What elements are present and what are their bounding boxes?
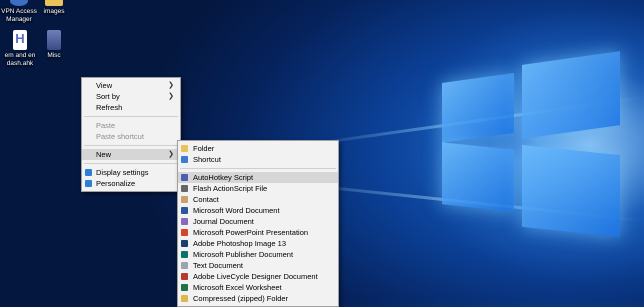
- livecycle-icon: [181, 273, 188, 280]
- vpn-icon: [10, 0, 28, 6]
- desktop-context-menu: View ❯ Sort by ❯ Refresh Paste Paste sho…: [81, 77, 181, 192]
- menu-item-label: Text Document: [193, 261, 244, 270]
- menu-item-label: Microsoft PowerPoint Presentation: [193, 228, 309, 237]
- desktop-icon-label: Misc: [47, 52, 61, 59]
- menu-item-label: Contact: [193, 195, 219, 204]
- menu-separator: [84, 116, 178, 117]
- menu-item-label: New: [96, 150, 112, 159]
- submenu-item-powerpoint-presentation[interactable]: Microsoft PowerPoint Presentation: [178, 227, 338, 238]
- excel-icon: [181, 284, 188, 291]
- submenu-item-excel-worksheet[interactable]: Microsoft Excel Worksheet: [178, 282, 338, 293]
- menu-item-label: Personalize: [96, 179, 136, 188]
- new-submenu: Folder Shortcut AutoHotkey Script Flash …: [177, 140, 339, 307]
- submenu-item-compressed-folder[interactable]: Compressed (zipped) Folder: [178, 293, 338, 304]
- menu-item-label: Journal Document: [193, 217, 254, 226]
- submenu-item-photoshop-image[interactable]: Adobe Photoshop Image 13: [178, 238, 338, 249]
- shortcut-icon: [181, 156, 188, 163]
- word-icon: [181, 207, 188, 214]
- chevron-right-icon: ❯: [168, 93, 174, 100]
- contact-icon: [181, 196, 188, 203]
- menu-item-new[interactable]: New ❯: [82, 149, 180, 160]
- menu-item-label: Microsoft Excel Worksheet: [193, 283, 282, 292]
- menu-item-label: Adobe LiveCycle Designer Document: [193, 272, 318, 281]
- personalize-icon: [85, 180, 92, 187]
- menu-item-label: Display settings: [96, 168, 149, 177]
- desktop-icon-misc[interactable]: Misc: [32, 30, 76, 60]
- menu-item-label: AutoHotkey Script: [193, 173, 254, 182]
- submenu-item-publisher-document[interactable]: Microsoft Publisher Document: [178, 249, 338, 260]
- flash-icon: [181, 185, 188, 192]
- menu-item-paste-shortcut[interactable]: Paste shortcut: [82, 131, 180, 142]
- desktop-icon-label: images: [43, 8, 65, 15]
- display-icon: [85, 169, 92, 176]
- menu-item-label: View: [96, 81, 113, 90]
- folder-icon: [181, 145, 188, 152]
- menu-item-label: Folder: [193, 144, 215, 153]
- menu-item-label: Microsoft Publisher Document: [193, 250, 294, 259]
- menu-separator: [84, 145, 178, 146]
- logo-pane-top-left: [442, 72, 514, 144]
- submenu-item-contact[interactable]: Contact: [178, 194, 338, 205]
- menu-item-label: Microsoft Word Document: [193, 206, 280, 215]
- logo-pane-bottom-right: [522, 144, 620, 238]
- archive-icon: [47, 30, 61, 50]
- photoshop-icon: [181, 240, 188, 247]
- publisher-icon: [181, 251, 188, 258]
- zip-folder-icon: [181, 295, 188, 302]
- submenu-item-journal-document[interactable]: Journal Document: [178, 216, 338, 227]
- menu-item-sort-by[interactable]: Sort by ❯: [82, 91, 180, 102]
- logo-pane-top-right: [522, 51, 620, 139]
- logo-pane-bottom-left: [442, 142, 514, 212]
- menu-item-label: Paste shortcut: [96, 132, 144, 141]
- menu-separator: [84, 163, 178, 164]
- menu-item-label: Refresh: [96, 103, 123, 112]
- submenu-item-livecycle-document[interactable]: Adobe LiveCycle Designer Document: [178, 271, 338, 282]
- menu-item-label: Shortcut: [193, 155, 221, 164]
- autohotkey-icon: H: [13, 30, 27, 50]
- menu-item-label: Flash ActionScript File: [193, 184, 268, 193]
- folder-icon: [45, 0, 63, 6]
- text-document-icon: [181, 262, 188, 269]
- submenu-item-folder[interactable]: Folder: [178, 143, 338, 154]
- desktop-icon-images[interactable]: images: [32, 0, 76, 16]
- menu-item-label: Sort by: [96, 92, 120, 101]
- submenu-item-text-document[interactable]: Text Document: [178, 260, 338, 271]
- menu-item-label: Adobe Photoshop Image 13: [193, 239, 286, 248]
- menu-item-view[interactable]: View ❯: [82, 80, 180, 91]
- autohotkey-icon: [181, 174, 188, 181]
- powerpoint-icon: [181, 229, 188, 236]
- menu-item-label: Paste: [96, 121, 116, 130]
- menu-separator: [180, 168, 336, 169]
- menu-item-paste[interactable]: Paste: [82, 120, 180, 131]
- menu-item-refresh[interactable]: Refresh: [82, 102, 180, 113]
- submenu-item-word-document[interactable]: Microsoft Word Document: [178, 205, 338, 216]
- chevron-right-icon: ❯: [168, 151, 174, 158]
- submenu-item-shortcut[interactable]: Shortcut: [178, 154, 338, 165]
- menu-item-display-settings[interactable]: Display settings: [82, 167, 180, 178]
- menu-item-label: Compressed (zipped) Folder: [193, 294, 289, 303]
- journal-icon: [181, 218, 188, 225]
- chevron-right-icon: ❯: [168, 82, 174, 89]
- submenu-item-autohotkey-script[interactable]: AutoHotkey Script: [178, 172, 338, 183]
- submenu-item-flash-actionscript-file[interactable]: Flash ActionScript File: [178, 183, 338, 194]
- menu-item-personalize[interactable]: Personalize: [82, 178, 180, 189]
